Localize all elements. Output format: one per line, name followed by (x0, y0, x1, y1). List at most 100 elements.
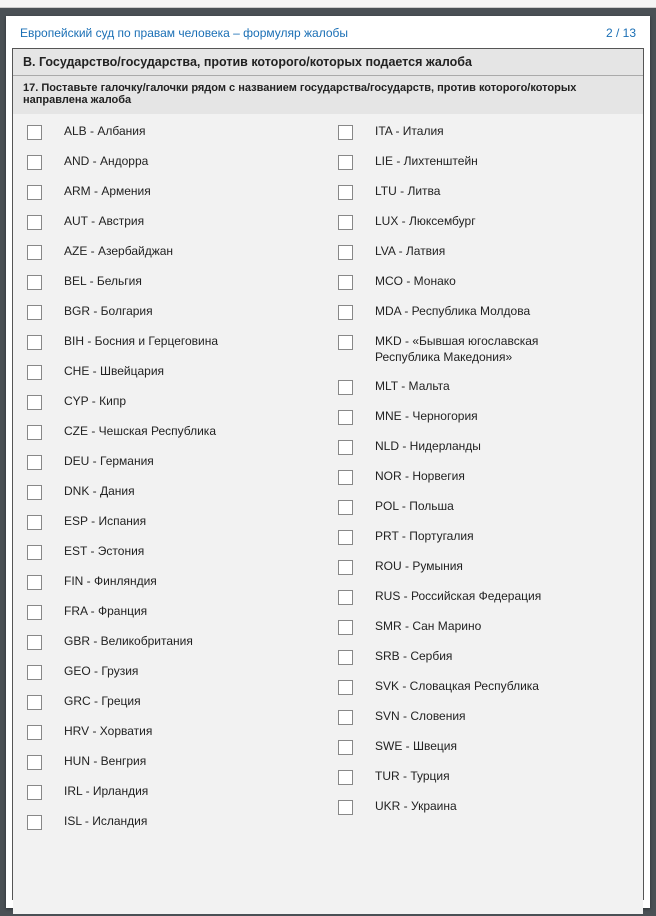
country-label: LTU - Литва (363, 184, 440, 200)
country-checkbox[interactable] (338, 335, 353, 350)
country-label: SWE - Швеция (363, 739, 457, 755)
country-checkbox[interactable] (338, 215, 353, 230)
country-label: SVK - Словацкая Республика (363, 679, 539, 695)
country-row: CYP - Кипр (23, 394, 322, 410)
country-checkbox[interactable] (338, 560, 353, 575)
country-checkbox[interactable] (27, 185, 42, 200)
country-checkbox[interactable] (27, 305, 42, 320)
country-checkbox[interactable] (338, 650, 353, 665)
country-row: ISL - Исландия (23, 814, 322, 830)
country-checkbox[interactable] (27, 365, 42, 380)
country-row: ITA - Италия (334, 124, 633, 140)
country-label: BIH - Босния и Герцеговина (52, 334, 218, 350)
country-checkbox[interactable] (27, 455, 42, 470)
section-instruction: 17. Поставьте галочку/галочки рядом с на… (13, 76, 643, 114)
country-label: POL - Польша (363, 499, 454, 515)
country-row: EST - Эстония (23, 544, 322, 560)
country-label: AZE - Азербайджан (52, 244, 173, 260)
page-background: Европейский суд по правам человека – фор… (0, 8, 656, 916)
country-row: ROU - Румыния (334, 559, 633, 575)
country-label: GEO - Грузия (52, 664, 138, 680)
country-label: AUT - Австрия (52, 214, 144, 230)
country-label: LVA - Латвия (363, 244, 445, 260)
country-label: HUN - Венгрия (52, 754, 146, 770)
country-row: AND - Андорра (23, 154, 322, 170)
page-indicator: 2 / 13 (606, 26, 636, 40)
country-checkbox[interactable] (338, 125, 353, 140)
country-checkbox[interactable] (27, 695, 42, 710)
country-label: FRA - Франция (52, 604, 147, 620)
country-row: LIE - Лихтенштейн (334, 154, 633, 170)
country-row: ARM - Армения (23, 184, 322, 200)
country-checkbox[interactable] (27, 425, 42, 440)
country-row: SRB - Сербия (334, 649, 633, 665)
country-label: MCO - Монако (363, 274, 456, 290)
country-row: NLD - Нидерланды (334, 439, 633, 455)
country-checkbox[interactable] (338, 305, 353, 320)
country-label: MNE - Черногория (363, 409, 478, 425)
country-checkbox[interactable] (27, 785, 42, 800)
country-row: POL - Польша (334, 499, 633, 515)
country-label: EST - Эстония (52, 544, 144, 560)
country-checkbox[interactable] (27, 665, 42, 680)
country-checkbox[interactable] (338, 275, 353, 290)
country-checkbox[interactable] (27, 755, 42, 770)
country-checkbox[interactable] (338, 590, 353, 605)
country-checkbox[interactable] (338, 410, 353, 425)
country-checkbox[interactable] (27, 275, 42, 290)
country-checkbox[interactable] (27, 515, 42, 530)
country-row: HUN - Венгрия (23, 754, 322, 770)
country-checkbox[interactable] (338, 800, 353, 815)
country-checkbox[interactable] (27, 815, 42, 830)
country-checkbox[interactable] (27, 335, 42, 350)
country-label: ALB - Албания (52, 124, 145, 140)
country-row: DEU - Германия (23, 454, 322, 470)
country-checkbox[interactable] (338, 740, 353, 755)
country-row: CZE - Чешская Республика (23, 424, 322, 440)
country-row: CHE - Швейцария (23, 364, 322, 380)
country-checkbox[interactable] (27, 485, 42, 500)
country-checkbox[interactable] (338, 770, 353, 785)
country-checkbox[interactable] (338, 680, 353, 695)
country-checkbox[interactable] (338, 440, 353, 455)
country-label: ITA - Италия (363, 124, 444, 140)
country-label: SMR - Сан Марино (363, 619, 481, 635)
country-checkbox[interactable] (338, 155, 353, 170)
country-row: MKD - «Бывшая югославская Республика Мак… (334, 334, 633, 365)
country-label: DNK - Дания (52, 484, 135, 500)
country-checkbox[interactable] (338, 185, 353, 200)
country-checkbox[interactable] (27, 155, 42, 170)
country-checkbox[interactable] (338, 470, 353, 485)
country-row: GRC - Греция (23, 694, 322, 710)
country-checkbox[interactable] (27, 215, 42, 230)
country-checkbox[interactable] (27, 575, 42, 590)
country-row: BIH - Босния и Герцеговина (23, 334, 322, 350)
country-row: FRA - Франция (23, 604, 322, 620)
country-label: NOR - Норвегия (363, 469, 465, 485)
country-row: NOR - Норвегия (334, 469, 633, 485)
country-checkbox[interactable] (27, 605, 42, 620)
country-checkbox[interactable] (338, 380, 353, 395)
country-checkbox[interactable] (27, 395, 42, 410)
country-row: SWE - Швеция (334, 739, 633, 755)
country-checkbox[interactable] (27, 635, 42, 650)
country-label: CHE - Швейцария (52, 364, 164, 380)
country-label: SVN - Словения (363, 709, 466, 725)
form-section-box: B. Государство/государства, против котор… (12, 48, 644, 900)
country-row: LVA - Латвия (334, 244, 633, 260)
country-label: NLD - Нидерланды (363, 439, 481, 455)
country-list-area: ALB - Албания AND - Андорра ARM - Армения A… (13, 114, 643, 914)
country-checkbox[interactable] (27, 545, 42, 560)
country-row: BGR - Болгария (23, 304, 322, 320)
country-checkbox[interactable] (338, 530, 353, 545)
country-label: IRL - Ирландия (52, 784, 148, 800)
country-checkbox[interactable] (27, 725, 42, 740)
country-label: LIE - Лихтенштейн (363, 154, 478, 170)
country-checkbox[interactable] (27, 245, 42, 260)
country-checkbox[interactable] (27, 125, 42, 140)
country-row: MDA - Республика Молдова (334, 304, 633, 320)
country-checkbox[interactable] (338, 500, 353, 515)
country-checkbox[interactable] (338, 710, 353, 725)
country-checkbox[interactable] (338, 620, 353, 635)
country-checkbox[interactable] (338, 245, 353, 260)
